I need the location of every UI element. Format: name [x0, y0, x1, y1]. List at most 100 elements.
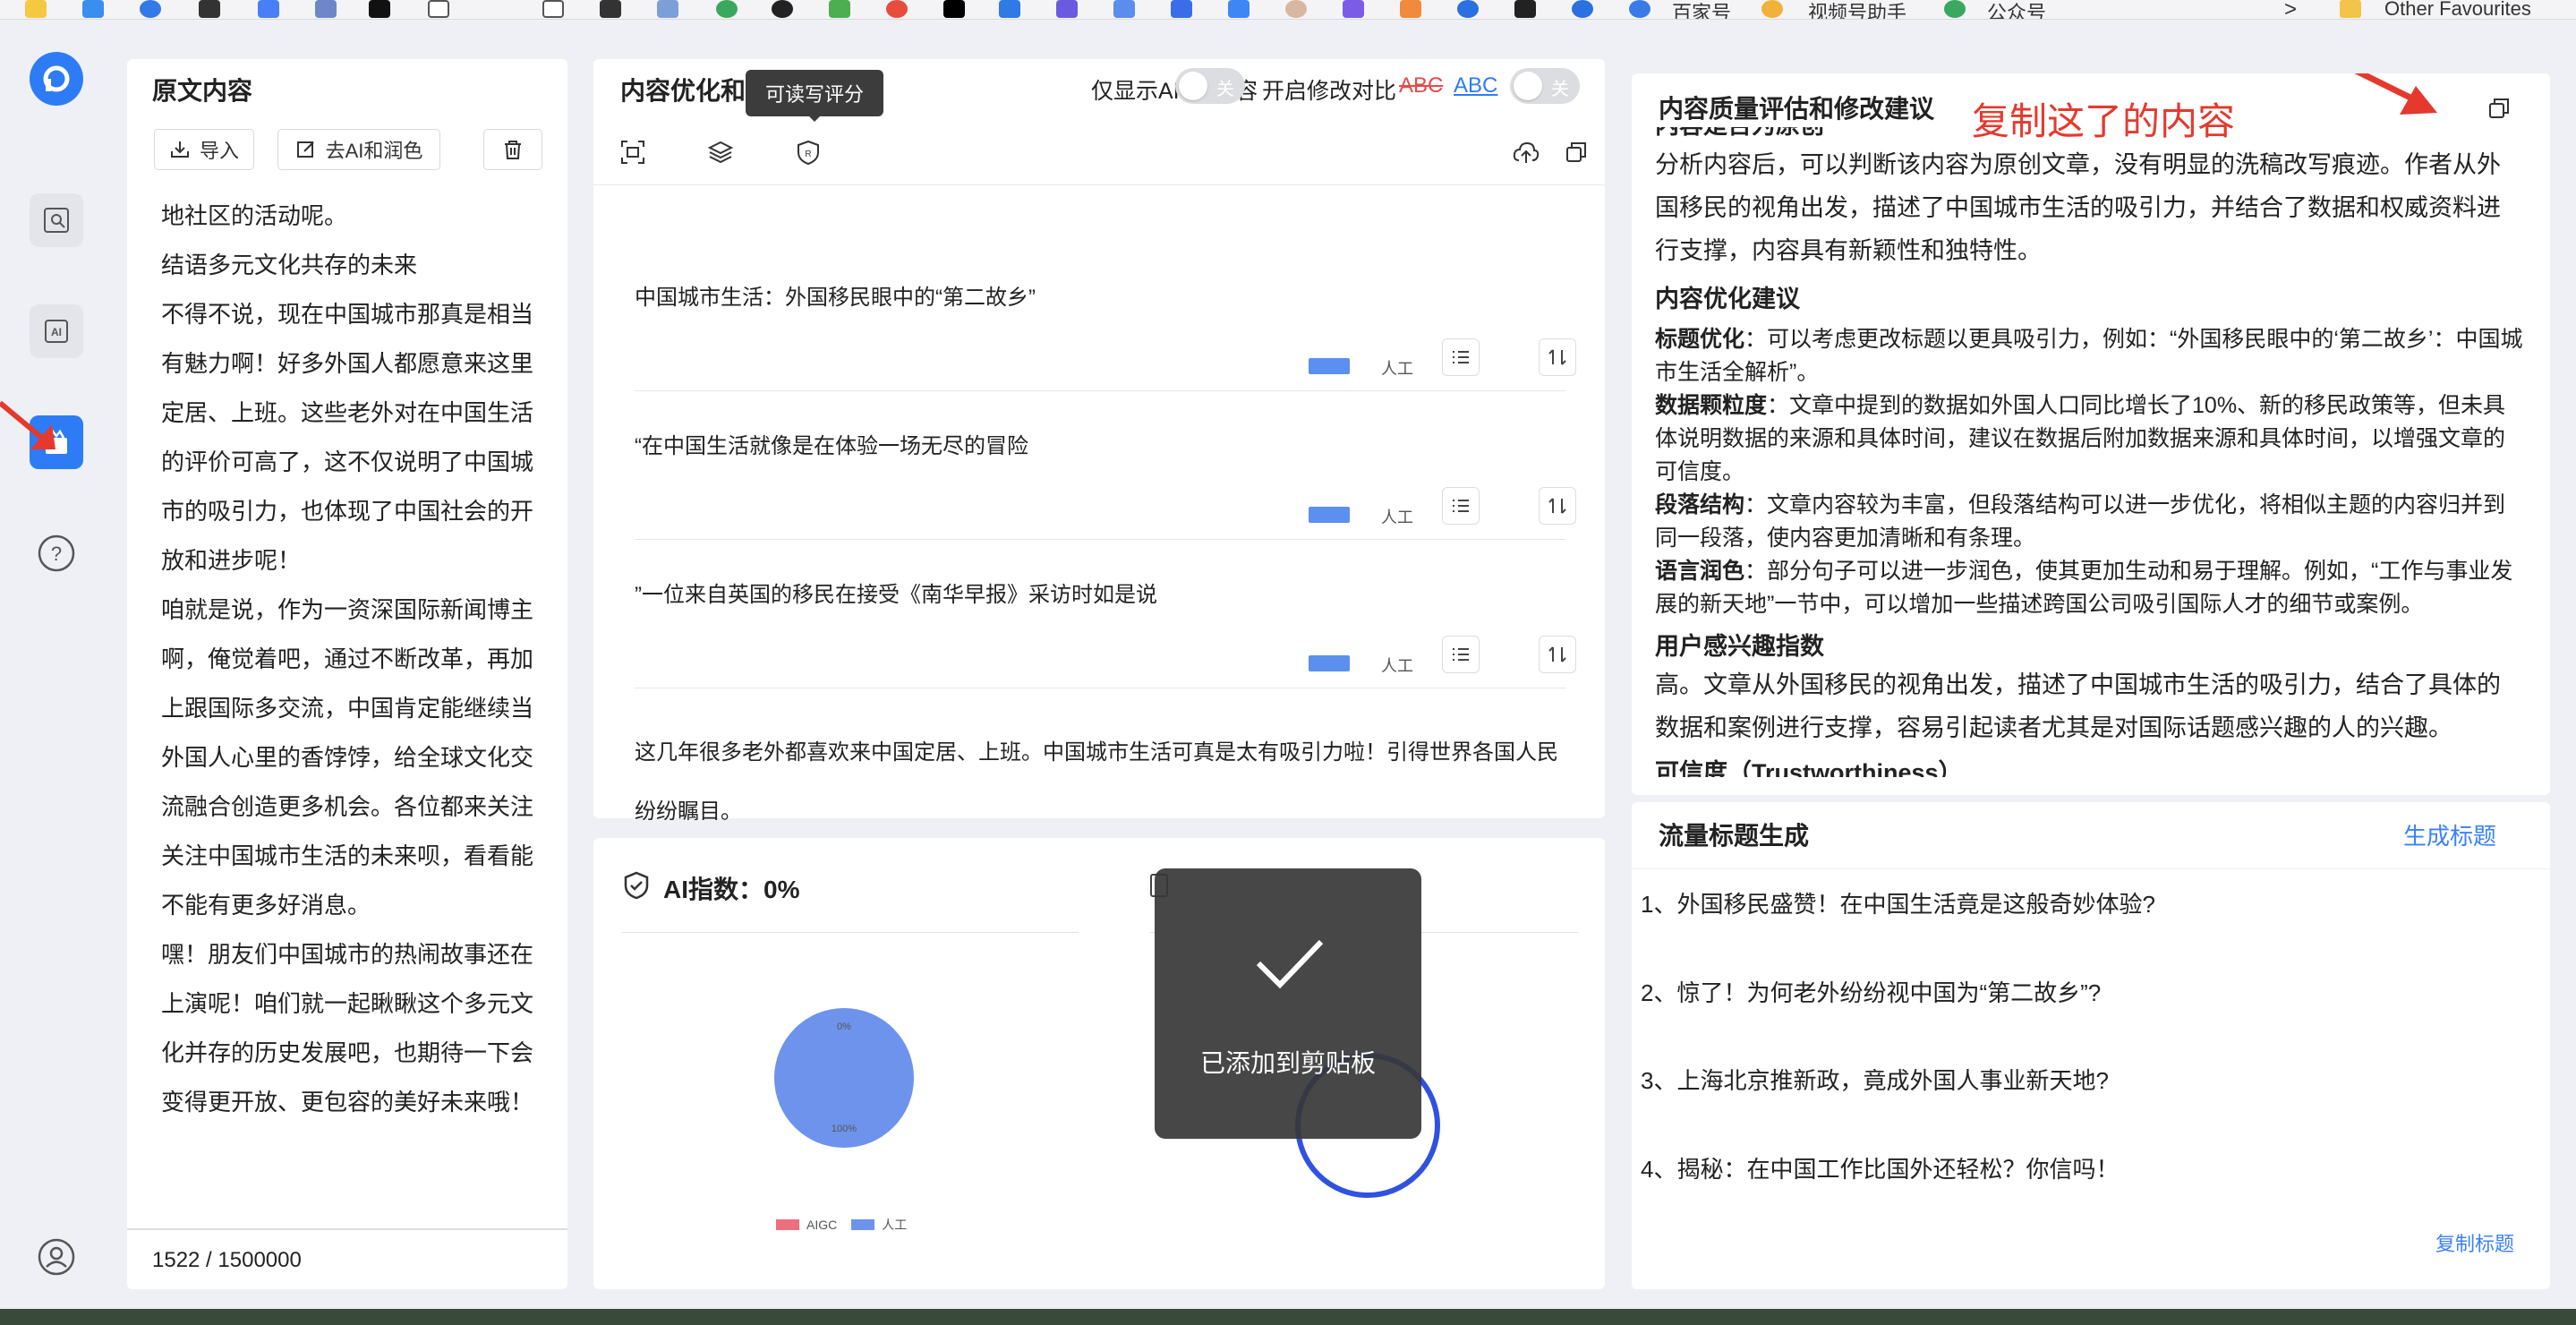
- shield-bookmark-icon[interactable]: [1343, 0, 1364, 18]
- card-text[interactable]: ”一位来自英国的移民在接受《南华早报》采访时如是说: [635, 577, 1157, 608]
- card-text[interactable]: 这几年很多老外都喜欢来中国定居、上班。中国城市生活可真是太有吸引力啦！引得世界各…: [635, 723, 1565, 820]
- c-bookmark-icon[interactable]: [1629, 0, 1651, 18]
- card-tag: 人工: [1381, 509, 1413, 526]
- tooltip-arrow: [807, 115, 822, 122]
- red-arrow-annotation-icon: [0, 400, 55, 449]
- bookmarks-bar: 百家号 视频号助手 公众号 > Other Favourites: [0, 0, 2576, 20]
- app-logo-icon[interactable]: [30, 52, 83, 106]
- bookmark-link[interactable]: 视频号助手: [1808, 0, 1906, 19]
- card-tag: 人工: [1381, 657, 1413, 675]
- other-favourites-link[interactable]: Other Favourites: [2384, 0, 2531, 19]
- d-bookmark-icon[interactable]: [1572, 0, 1593, 18]
- page-bookmark-icon[interactable]: [428, 0, 449, 18]
- ai-icon[interactable]: AI: [30, 304, 83, 358]
- suggestion-text: ：文章内容较为丰富，但段落结构可以进一步优化，将相似主题的内容归并到同一段落，使…: [1655, 492, 2506, 551]
- list-icon[interactable]: [1442, 636, 1480, 673]
- doc-bookmark-icon[interactable]: [657, 0, 678, 18]
- suggestion-text: ：可以考虑更改标题以更具吸引力，例如：“外国移民眼中的‘第二故乡’：中国城市生活…: [1655, 327, 2523, 385]
- bot-bookmark-icon[interactable]: [1056, 0, 1078, 18]
- divider: [127, 1228, 567, 1230]
- section-heading: 可信度（Trustworthiness）: [1655, 759, 1963, 777]
- legend-label: AIGC: [806, 1218, 838, 1232]
- list-icon[interactable]: [1442, 487, 1480, 525]
- compare-toggle[interactable]: 关: [1510, 68, 1580, 104]
- ai-index-label: AI指数：0%: [663, 876, 800, 903]
- grid-bookmark-icon[interactable]: [600, 0, 621, 18]
- suggestion-text: ：文章中提到的数据如外国人口同比增长了10%、新的移民政策等，但未具体说明数据的…: [1655, 393, 2506, 484]
- paragraph: 结语多元文化共存的未来: [161, 252, 418, 278]
- cube-bookmark-icon[interactable]: [1228, 0, 1250, 18]
- ai-index-panel: AI指数：0% 0% 100% AIGC 人工 已添加到剪贴板: [593, 838, 1605, 1289]
- robot-bookmark-icon[interactable]: [1113, 0, 1135, 18]
- star-bookmark-icon[interactable]: [886, 0, 908, 18]
- image-scan-icon[interactable]: [30, 193, 83, 247]
- generated-title[interactable]: 4、揭秘：在中国工作比国外还轻松？你信吗！: [1641, 1151, 2119, 1184]
- copy-icon[interactable]: [1560, 136, 1592, 168]
- d-bookmark-icon[interactable]: [1457, 0, 1479, 18]
- w-bookmark-icon[interactable]: [1761, 0, 1783, 18]
- avatar-bookmark-icon[interactable]: [1285, 0, 1307, 18]
- paragraph: 地社区的活动呢。: [161, 202, 348, 229]
- doc-bookmark-icon[interactable]: [315, 0, 337, 18]
- generated-title[interactable]: 1、外国移民盛赞！在中国生活竟是这般奇妙体验?: [1641, 886, 2155, 919]
- folder-icon: [2340, 0, 2361, 18]
- aigc-only-toggle[interactable]: 关: [1175, 68, 1245, 104]
- generate-title-button[interactable]: 生成标题: [2403, 818, 2496, 851]
- side-nav: AI ?: [0, 20, 113, 1300]
- dark-bookmark-icon[interactable]: [943, 0, 965, 18]
- scan-icon[interactable]: [617, 136, 649, 168]
- suggestion-label: 标题优化: [1655, 327, 1745, 352]
- github-icon[interactable]: [772, 0, 793, 18]
- card-text[interactable]: “在中国生活就像是在体验一场无尽的冒险: [635, 428, 1028, 459]
- bookmark-link[interactable]: 公众号: [1987, 0, 2046, 19]
- paragraph: 嘿！朋友们中国城市的热闹故事还在上演呢！咱们就一起瞅瞅这个多元文化并存的历史发展…: [161, 941, 534, 1116]
- user-avatar-icon[interactable]: [30, 1230, 83, 1284]
- svg-text:R: R: [805, 150, 811, 159]
- cube-bookmark-icon[interactable]: [258, 0, 279, 18]
- shield-bookmark-icon[interactable]: [199, 0, 220, 18]
- sort-icon[interactable]: [1539, 487, 1576, 525]
- divider: [1632, 868, 2550, 869]
- bookmark-link[interactable]: 百家号: [1672, 0, 1731, 19]
- deai-polish-button[interactable]: 去AI和润色: [277, 129, 440, 170]
- bookmarks-more-chevron-icon[interactable]: >: [2284, 0, 2297, 19]
- abc-link-sample: ABC: [1454, 73, 1498, 98]
- download-icon: [170, 141, 189, 158]
- layers-icon[interactable]: [704, 136, 737, 168]
- generated-title[interactable]: 3、上海北京推新政，竟成外国人事业新天地?: [1641, 1063, 2109, 1096]
- cloud-upload-icon[interactable]: [1510, 136, 1542, 168]
- app-bookmark-icon[interactable]: [369, 0, 390, 18]
- original-text[interactable]: 地社区的活动呢。 结语多元文化共存的未来 不得不说，现在中国城市那真是相当有魅力…: [161, 192, 537, 1127]
- card-text[interactable]: 中国城市生活：外国移民眼中的“第二故乡”: [635, 279, 1036, 311]
- import-button[interactable]: 导入: [154, 129, 254, 170]
- sort-icon[interactable]: [1539, 636, 1576, 673]
- circle-bookmark-icon[interactable]: [140, 0, 161, 18]
- cloud-bookmark-icon[interactable]: [82, 0, 104, 18]
- readability-score-icon[interactable]: R: [792, 136, 824, 168]
- letter-a-bookmark-icon[interactable]: [999, 0, 1020, 18]
- leaf-bookmark-icon[interactable]: [1944, 0, 1966, 18]
- section-heading: 内容优化建议: [1655, 286, 1800, 312]
- code-bookmark-icon[interactable]: [1400, 0, 1421, 18]
- grid-bookmark-icon[interactable]: [829, 0, 850, 18]
- page-bookmark-icon[interactable]: [542, 0, 564, 18]
- generated-title[interactable]: 2、惊了！为何老外纷纷视中国为“第二故乡”?: [1641, 975, 2101, 1008]
- pen-bookmark-icon[interactable]: [1171, 0, 1192, 18]
- help-icon[interactable]: ?: [30, 526, 83, 580]
- copy-titles-button[interactable]: 复制标题: [2435, 1228, 2514, 1257]
- assessment-content[interactable]: 内容是否为原创 分析内容后，可以判断该内容为原创文章，没有明显的洗稿改写痕迹。作…: [1655, 127, 2523, 777]
- bot-bookmark-icon[interactable]: [1514, 0, 1536, 18]
- bookmark-icon[interactable]: [25, 0, 47, 18]
- panel-title: 流量标题生成: [1659, 822, 1810, 850]
- delete-button[interactable]: [483, 129, 542, 170]
- suggestion-item: 语言润色：部分句子可以进一步润色，使其更加生动和易于理解。例如，“工作与事业发展…: [1655, 555, 2523, 621]
- sort-icon[interactable]: [1539, 338, 1576, 376]
- deai-label: 去AI和润色: [325, 140, 423, 162]
- leaf-bookmark-icon[interactable]: [716, 0, 738, 18]
- svg-text:AI: AI: [51, 326, 62, 338]
- list-icon[interactable]: [1442, 338, 1480, 376]
- divider: [635, 539, 1565, 540]
- divider: [635, 390, 1565, 391]
- copy-icon[interactable]: [2480, 90, 2518, 127]
- original-content-panel: 原文内容 导入 去AI和润色 地社区的活动呢。 结语多元文化共存的未来 不得不说…: [127, 59, 567, 1289]
